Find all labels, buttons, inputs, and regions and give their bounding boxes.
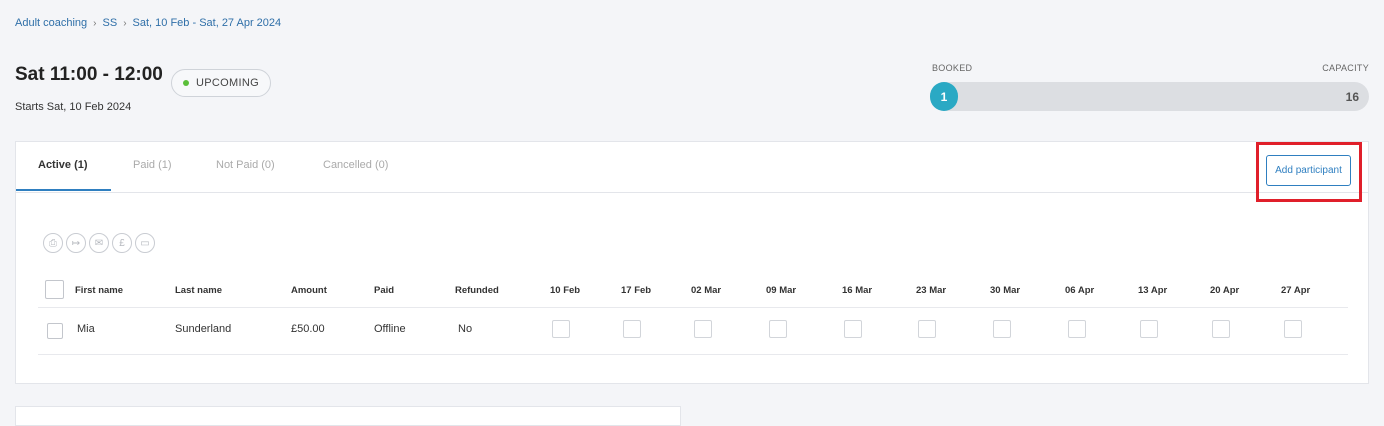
header-first-name[interactable]: First name: [75, 285, 123, 296]
header-date: 27 Apr: [1281, 285, 1311, 296]
attendance-checkbox[interactable]: [769, 320, 787, 338]
booked-label: BOOKED: [932, 63, 973, 73]
breadcrumb-link-adult-coaching[interactable]: Adult coaching: [15, 17, 87, 29]
header-date: 16 Mar: [842, 285, 873, 296]
breadcrumb-separator: ›: [123, 17, 127, 29]
first-name-cell: Mia: [77, 323, 95, 335]
status-badge: UPCOMING: [171, 69, 271, 97]
header-date: 17 Feb: [621, 285, 652, 296]
header-paid[interactable]: Paid: [374, 285, 394, 296]
secondary-panel: [15, 406, 681, 426]
last-name-cell: Sunderland: [175, 323, 232, 335]
bulk-actions: ⎙ ↦ ✉ £ ▭: [43, 233, 155, 253]
card-icon[interactable]: ▭: [135, 233, 155, 253]
header-date: 10 Feb: [550, 285, 581, 296]
breadcrumb-separator: ›: [93, 17, 97, 29]
attendance-checkbox[interactable]: [623, 320, 641, 338]
participant-tabs: Active (1) Paid (1) Not Paid (0) Cancell…: [16, 142, 1368, 202]
row-checkbox[interactable]: [47, 323, 63, 339]
table-header: First name Last name Amount Paid Refunde…: [38, 276, 1348, 308]
tab-not-paid[interactable]: Not Paid (0): [216, 159, 275, 171]
status-label: UPCOMING: [196, 77, 259, 89]
capacity-label: CAPACITY: [1322, 63, 1369, 73]
header-date: 06 Apr: [1065, 285, 1095, 296]
breadcrumb: Adult coaching › SS › Sat, 10 Feb - Sat,…: [15, 17, 281, 29]
attendance-checkbox[interactable]: [552, 320, 570, 338]
attendance-checkbox[interactable]: [844, 320, 862, 338]
attendance-checkbox[interactable]: [993, 320, 1011, 338]
header-date: 13 Apr: [1138, 285, 1168, 296]
header-refunded[interactable]: Refunded: [455, 285, 499, 296]
refunded-cell: No: [458, 323, 473, 335]
attendance-checkbox[interactable]: [694, 320, 712, 338]
header-date: 09 Mar: [766, 285, 797, 296]
attendance-checkbox[interactable]: [1140, 320, 1158, 338]
header-amount[interactable]: Amount: [291, 285, 327, 296]
capacity-bar: 1 16: [930, 82, 1369, 111]
attendance-checkbox[interactable]: [1068, 320, 1086, 338]
attendance-checkbox[interactable]: [1284, 320, 1302, 338]
add-participant-button[interactable]: Add participant: [1266, 155, 1351, 186]
active-tab-indicator: [16, 189, 111, 191]
header-date: 23 Mar: [916, 285, 947, 296]
select-all-checkbox[interactable]: [45, 280, 64, 299]
header-date: 30 Mar: [990, 285, 1021, 296]
breadcrumb-link-dates[interactable]: Sat, 10 Feb - Sat, 27 Apr 2024: [133, 17, 282, 29]
booked-count: 1: [940, 89, 948, 104]
tab-active[interactable]: Active (1): [38, 159, 88, 171]
attendance-checkbox[interactable]: [1212, 320, 1230, 338]
attendance-checkbox[interactable]: [918, 320, 936, 338]
print-icon[interactable]: ⎙: [43, 233, 63, 253]
status-dot-icon: [183, 80, 190, 86]
tab-paid[interactable]: Paid (1): [133, 159, 172, 171]
paid-cell: Offline: [374, 323, 406, 335]
pound-icon[interactable]: £: [112, 233, 132, 253]
export-icon[interactable]: ↦: [66, 233, 86, 253]
header-date: 02 Mar: [691, 285, 722, 296]
tab-cancelled[interactable]: Cancelled (0): [323, 159, 388, 171]
email-icon[interactable]: ✉: [89, 233, 109, 253]
header-date: 20 Apr: [1210, 285, 1240, 296]
session-start-date: Starts Sat, 10 Feb 2024: [15, 101, 132, 113]
header-last-name[interactable]: Last name: [175, 285, 222, 296]
participants-panel: Active (1) Paid (1) Not Paid (0) Cancell…: [15, 141, 1369, 384]
session-title: Sat 11:00 - 12:00: [15, 64, 163, 85]
breadcrumb-link-ss[interactable]: SS: [103, 17, 118, 29]
amount-cell: £50.00: [291, 323, 325, 335]
capacity-count: 16: [1345, 90, 1359, 104]
table-row: Mia Sunderland £50.00 Offline No: [38, 308, 1348, 355]
